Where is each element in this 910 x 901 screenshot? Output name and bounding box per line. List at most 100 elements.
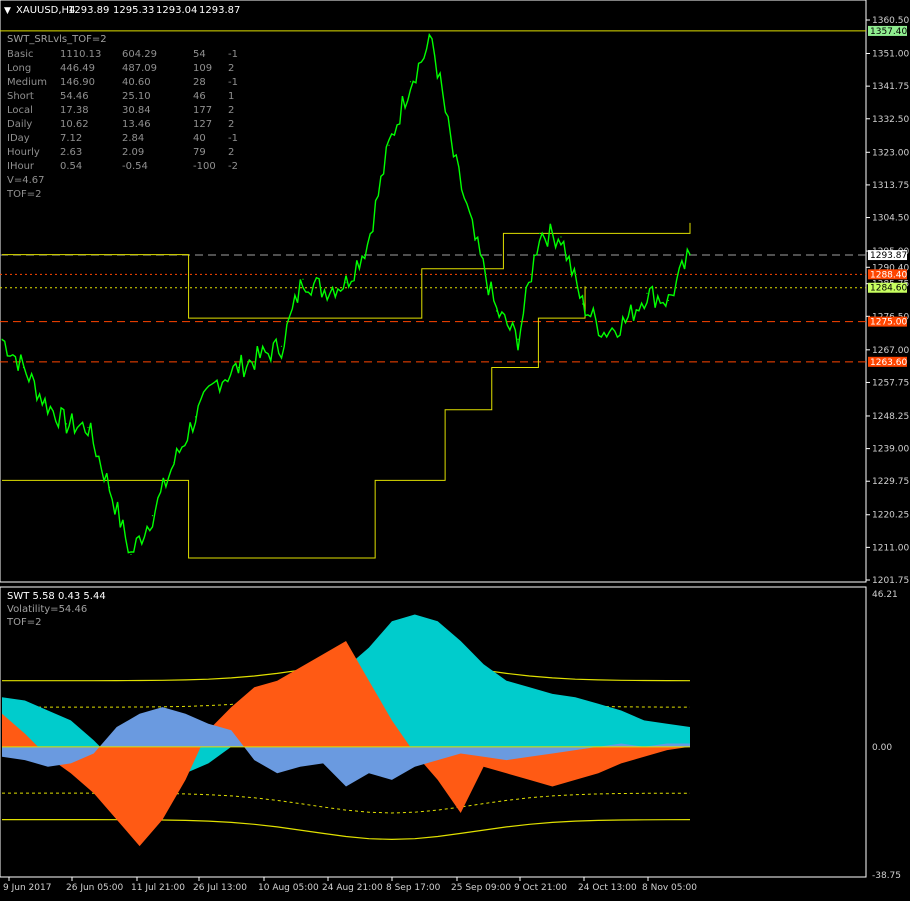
symbol-label: XAUUSD,H4: [16, 5, 75, 16]
legend-cell: -2: [228, 161, 238, 172]
price-point: [130, 553, 132, 556]
legend-cell: Short: [7, 91, 34, 102]
legend-cell: 2: [228, 63, 234, 74]
legend-cell: 146.90: [60, 77, 95, 88]
y-tick-label: 1313.75: [872, 181, 909, 191]
indicator-y-tick: 0.00: [872, 743, 892, 753]
y-tick-label: 1341.75: [872, 82, 909, 92]
chart-window: 1360.50 1351.00 1341.75 1332.50 1323.00 1313.…: [0, 0, 910, 897]
legend-cell: -0.54: [122, 161, 148, 172]
legend-cell: Daily: [7, 119, 32, 130]
price-point: [409, 81, 412, 83]
indicator-plot-area[interactable]: [2, 614, 691, 847]
price-point: [517, 338, 519, 340]
symbol-dropdown-icon[interactable]: ▼: [4, 6, 11, 16]
legend-cell: -1: [228, 49, 238, 60]
legend-cell: 25.10: [122, 91, 151, 102]
legend-cell: 2.63: [60, 147, 82, 158]
price-point: [302, 278, 304, 280]
y-tick-label: 1267.00: [872, 346, 909, 356]
price-point: [581, 303, 584, 305]
ohlc-low: 1293.04: [156, 5, 197, 16]
legend-cell: 1110.13: [60, 49, 101, 60]
price-point: [474, 239, 476, 242]
legend-cell: 2: [228, 105, 234, 116]
price-point: [538, 232, 541, 235]
y-tick-label: 1220.25: [872, 511, 909, 521]
y-tick-label: 1257.75: [872, 378, 909, 388]
price-point: [216, 380, 218, 383]
legend-cell: -1: [228, 77, 238, 88]
legend-cell: 13.46: [122, 119, 151, 130]
legend-cell: 54.46: [60, 91, 89, 102]
price-point: [173, 462, 175, 464]
price-point: [646, 292, 648, 294]
legend-cell: Medium: [7, 77, 47, 88]
legend-cell: 10.62: [60, 119, 89, 130]
price-point: [1, 338, 3, 340]
x-tick-label: 8 Sep 17:00: [386, 883, 441, 893]
legend-cell: 127: [193, 119, 212, 130]
price-point: [323, 289, 326, 291]
legend-cell: Hourly: [7, 147, 40, 158]
y-tick-label: 1201.75: [872, 576, 909, 586]
legend-cell: -1: [228, 133, 238, 144]
legend-cell: 2: [228, 119, 234, 130]
legend-cell: 0.54: [60, 161, 82, 172]
legend-cell: 46: [193, 91, 206, 102]
price-point: [194, 416, 197, 418]
price-point: [667, 299, 670, 302]
legend-title: SWT_SRLvls_TOF=2: [7, 34, 107, 45]
legend-cell: 40.60: [122, 77, 151, 88]
price-point: [388, 144, 390, 146]
legend-cell: 177: [193, 105, 212, 116]
x-tick-label: 10 Aug 05:00: [258, 883, 319, 893]
price-point: [603, 331, 605, 333]
legend-cell: Local: [7, 105, 33, 116]
legend-footer: V=4.67: [7, 175, 45, 186]
price-point: [151, 515, 154, 517]
x-tick-label: 8 Nov 05:00: [642, 883, 697, 893]
x-tick-label: 25 Sep 09:00: [451, 883, 511, 893]
level-tag-1263.60: 1263.60: [870, 358, 907, 368]
legend-cell: -100: [193, 161, 216, 172]
legend-cell: 109: [193, 63, 212, 74]
indicator-y-tick: -38.75: [872, 871, 901, 881]
legend-cell: 2.09: [122, 147, 144, 158]
legend-cell: 1: [228, 91, 234, 102]
price-point: [280, 345, 283, 347]
band-line: [2, 818, 691, 841]
x-tick-label: 26 Jul 13:00: [193, 883, 247, 893]
indicator-volatility: Volatility=54.46: [7, 604, 87, 615]
ohlc-close: 1293.87: [199, 5, 240, 16]
legend-cell: IDay: [7, 133, 30, 144]
step-line-upper: [2, 222, 691, 319]
legend-cell: 487.09: [122, 63, 157, 74]
price-point: [624, 321, 627, 323]
x-tick-label: 24 Aug 21:00: [322, 883, 383, 893]
price-point: [431, 38, 433, 41]
price-point: [452, 155, 455, 157]
level-tag-1288.40: 1288.40: [870, 270, 907, 280]
y-tick-label: 1351.00: [872, 50, 909, 60]
y-tick-label: 1360.50: [872, 16, 909, 26]
price-point: [87, 426, 89, 429]
levels-legend-panel: SWT_SRLvls_TOF=2 Basic 1110.13 604.29 54 -1 L…: [6, 34, 238, 200]
price-point: [689, 253, 691, 256]
price-point: [345, 282, 347, 284]
price-point: [237, 366, 240, 369]
x-tick-label: 9 Oct 21:00: [514, 883, 567, 893]
indicator-y-tick: 46.21: [872, 590, 898, 600]
level-tag-1357.40: 1357.40: [870, 27, 907, 37]
price-point: [560, 236, 562, 238]
price-point: [44, 402, 46, 404]
level-tag-1284.60: 1284.60: [870, 284, 907, 294]
ohlc-open: 1293.89: [68, 5, 109, 16]
legend-cell: 79: [193, 147, 206, 158]
level-tag-1275.00: 1275.00: [870, 318, 907, 328]
y-tick-label: 1304.50: [872, 214, 909, 224]
x-tick-label: 9 Jun 2017: [3, 883, 51, 893]
y-tick-label: 1323.00: [872, 148, 909, 158]
legend-cell: 7.12: [60, 133, 82, 144]
x-tick-label: 11 Jul 21:00: [131, 883, 185, 893]
